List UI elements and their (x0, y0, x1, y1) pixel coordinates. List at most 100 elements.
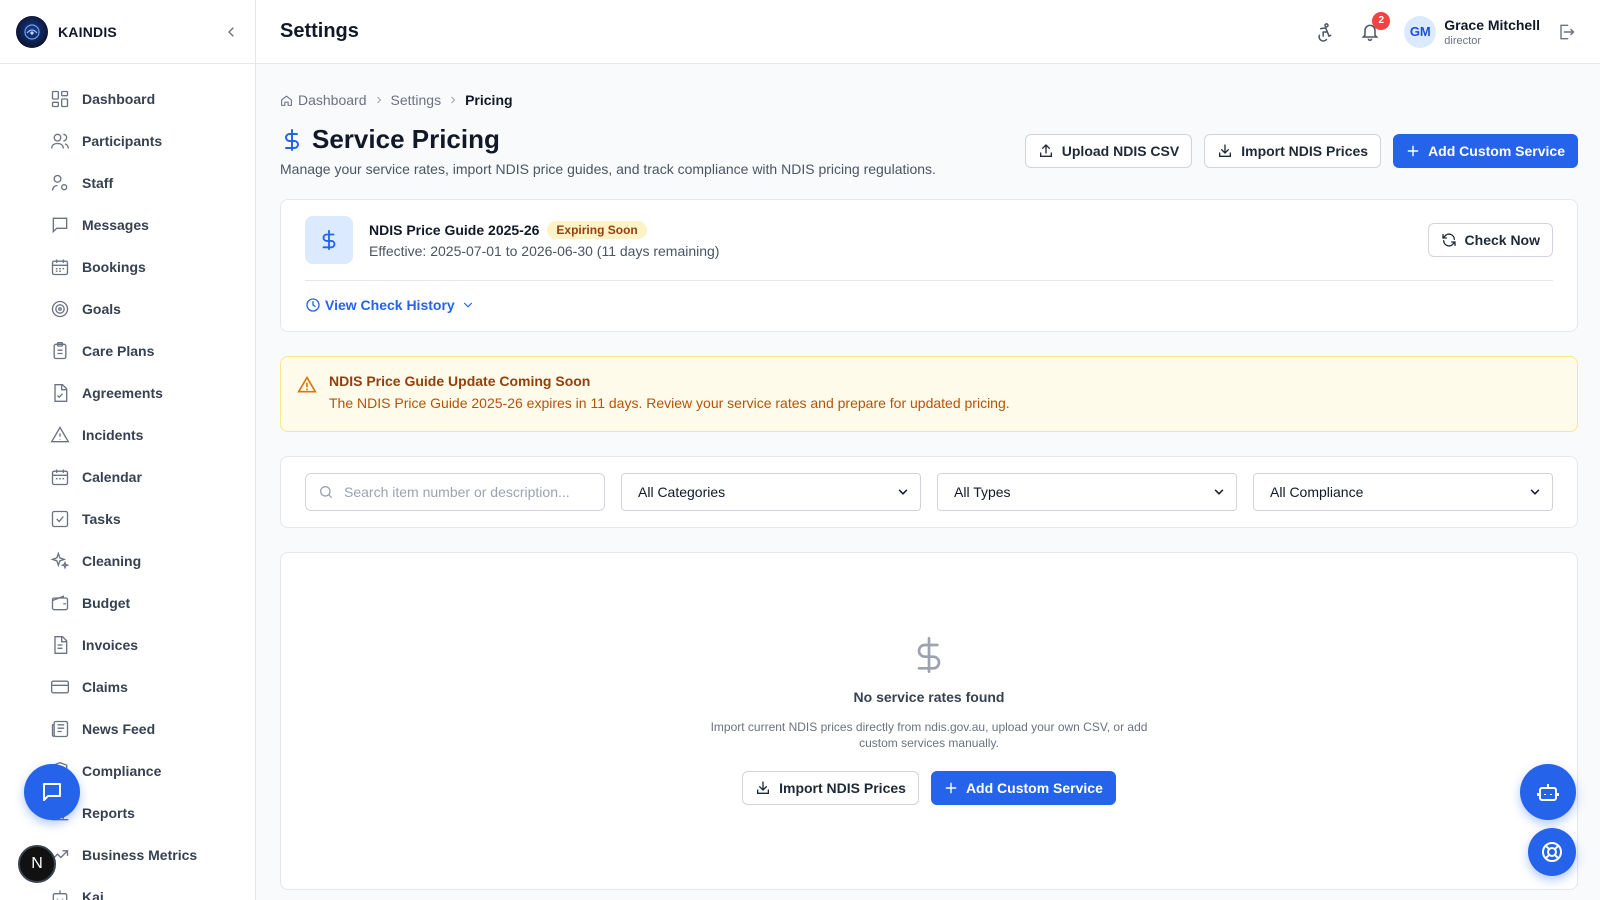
price-guide-title: NDIS Price Guide 2025-26 (369, 222, 540, 238)
notifications-button[interactable]: 2 (1360, 11, 1391, 42)
chevron-down-icon (461, 298, 475, 312)
upload-csv-button[interactable]: Upload NDIS CSV (1024, 134, 1193, 168)
sidebar-item-label: Reports (82, 805, 135, 821)
home-icon (280, 94, 293, 107)
category-select[interactable]: All Categories (621, 473, 921, 511)
sidebar-item-goals[interactable]: Goals (0, 288, 255, 330)
sidebar-item-tasks[interactable]: Tasks (0, 498, 255, 540)
sidebar-item-label: Claims (82, 679, 128, 695)
empty-state: No service rates found Import current ND… (280, 552, 1578, 890)
credit-card-icon (50, 677, 70, 697)
add-custom-service-button[interactable]: Add Custom Service (1393, 134, 1578, 168)
lifebuoy-icon (1540, 840, 1564, 864)
sidebar-item-bookings[interactable]: Bookings (0, 246, 255, 288)
breadcrumb: Dashboard Settings Pricing (280, 90, 1578, 110)
check-now-button[interactable]: Check Now (1427, 223, 1553, 257)
chevron-right-icon (373, 94, 385, 106)
sidebar-item-news-feed[interactable]: News Feed (0, 708, 255, 750)
sidebar-item-label: Invoices (82, 637, 139, 653)
filter-bar: All Categories All Types All Compliance (280, 456, 1578, 528)
wallet-icon (50, 593, 70, 613)
dollar-icon (909, 633, 949, 677)
view-check-history-toggle[interactable]: View Check History (305, 297, 1553, 313)
price-guide-effective: Effective: 2025-07-01 to 2026-06-30 (11 … (369, 243, 720, 259)
bot-icon (50, 887, 70, 900)
breadcrumb-settings[interactable]: Settings (391, 92, 442, 108)
sidebar-item-label: Care Plans (82, 343, 155, 359)
add-custom-service-label: Add Custom Service (1428, 143, 1565, 159)
sidebar-item-label: Cleaning (82, 553, 142, 569)
sidebar-header: KAINDIS (0, 0, 255, 64)
sidebar-item-invoices[interactable]: Invoices (0, 624, 255, 666)
clock-icon (305, 297, 321, 313)
brand-logo[interactable] (16, 15, 48, 48)
help-fab-button[interactable] (1528, 828, 1576, 876)
sidebar-item-cleaning[interactable]: Cleaning (0, 540, 255, 582)
user-menu[interactable]: Grace Mitchell director (1444, 17, 1540, 47)
sidebar-item-label: Staff (82, 175, 114, 191)
dollar-icon (305, 216, 353, 264)
type-select-value: All Types (954, 484, 1011, 500)
alert-message: The NDIS Price Guide 2025-26 expires in … (329, 395, 1010, 411)
sidebar-item-care-plans[interactable]: Care Plans (0, 330, 255, 372)
calendar-icon (50, 467, 70, 487)
type-select[interactable]: All Types (937, 473, 1237, 511)
sidebar-item-label: News Feed (82, 721, 156, 737)
sidebar-item-claims[interactable]: Claims (0, 666, 255, 708)
sidebar-item-incidents[interactable]: Incidents (0, 414, 255, 456)
download-icon (1217, 143, 1241, 159)
sidebar-item-participants[interactable]: Participants (0, 120, 255, 162)
n-badge[interactable]: N (18, 845, 56, 883)
status-badge: Expiring Soon (547, 221, 647, 239)
user-role: director (1444, 34, 1481, 47)
import-prices-button[interactable]: Import NDIS Prices (1204, 134, 1382, 168)
divider (305, 280, 1553, 281)
avatar[interactable]: GM (1404, 15, 1437, 48)
search-field[interactable] (305, 473, 605, 511)
empty-add-label: Add Custom Service (965, 780, 1103, 796)
sidebar-item-label: Budget (82, 595, 131, 611)
search-icon (318, 484, 334, 500)
page-header-title: Settings (280, 20, 359, 42)
compliance-select[interactable]: All Compliance (1253, 473, 1553, 511)
page-title: Service Pricing (312, 124, 500, 154)
assistant-fab-button[interactable] (1520, 764, 1576, 820)
sidebar-item-calendar[interactable]: Calendar (0, 456, 255, 498)
update-warning-alert: NDIS Price Guide Update Coming Soon The … (280, 356, 1578, 432)
notification-count-badge: 2 (1372, 11, 1391, 30)
accessibility-icon[interactable] (1314, 22, 1334, 42)
empty-state-description: Import current NDIS prices directly from… (710, 720, 1148, 750)
sidebar-item-label: Tasks (82, 511, 121, 527)
dollar-icon (280, 127, 304, 153)
empty-add-custom-service-button[interactable]: Add Custom Service (930, 771, 1116, 805)
chat-fab-button[interactable] (24, 764, 80, 820)
check-square-icon (50, 509, 70, 529)
collapse-sidebar-icon[interactable] (223, 24, 239, 40)
users-icon (50, 131, 70, 151)
top-bar-actions: 2 GM Grace Mitchell director (1314, 11, 1576, 48)
sidebar-item-messages[interactable]: Messages (0, 204, 255, 246)
search-input[interactable] (344, 484, 584, 500)
sidebar-item-dashboard[interactable]: Dashboard (0, 78, 255, 120)
logout-icon[interactable] (1556, 22, 1576, 42)
sidebar-item-label: Messages (82, 217, 149, 233)
breadcrumb-dashboard[interactable]: Dashboard (280, 92, 367, 108)
sidebar-item-label: Compliance (82, 763, 162, 779)
brand-name: KAINDIS (58, 23, 117, 40)
sidebar-item-label: Dashboard (82, 91, 156, 107)
chevron-down-icon (896, 485, 910, 499)
empty-import-prices-button[interactable]: Import NDIS Prices (742, 771, 919, 805)
view-check-history-label: View Check History (325, 297, 455, 313)
calendar-icon (50, 257, 70, 277)
bot-icon (1536, 780, 1560, 804)
sidebar-item-label: Incidents (82, 427, 144, 443)
sidebar-item-label: Goals (82, 301, 121, 317)
sidebar-item-budget[interactable]: Budget (0, 582, 255, 624)
download-icon (755, 780, 779, 796)
sidebar-item-staff[interactable]: Staff (0, 162, 255, 204)
user-name: Grace Mitchell (1444, 16, 1540, 33)
clipboard-icon (50, 341, 70, 361)
target-icon (50, 299, 70, 319)
sidebar-item-label: Bookings (82, 259, 146, 275)
sidebar-item-agreements[interactable]: Agreements (0, 372, 255, 414)
